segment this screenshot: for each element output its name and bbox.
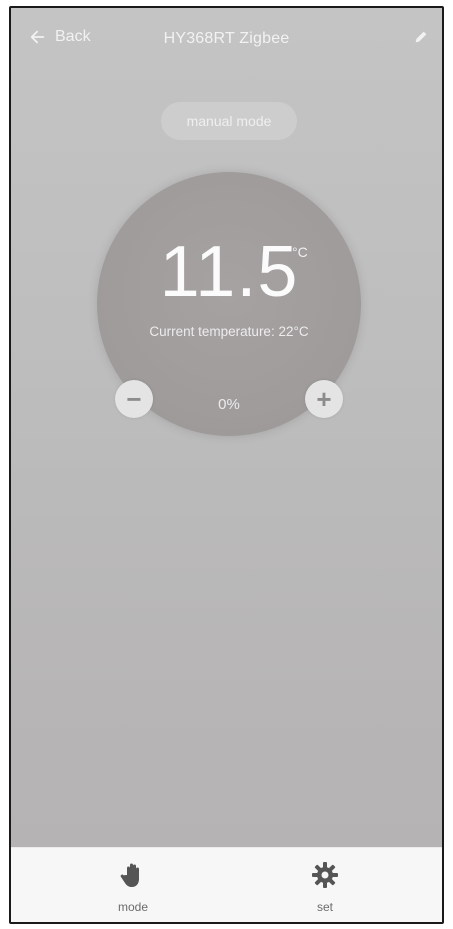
current-temperature: Current temperature: 22°C — [149, 324, 309, 339]
increase-temperature-button[interactable]: + — [305, 380, 343, 418]
tab-set[interactable]: set — [285, 860, 365, 914]
decrease-temperature-button[interactable]: − — [115, 380, 153, 418]
tab-mode[interactable]: mode — [93, 860, 173, 914]
mode-badge[interactable]: manual mode — [161, 102, 297, 140]
gear-icon — [312, 862, 338, 888]
tab-mode-label: mode — [117, 900, 149, 914]
page-title: HY368RT Zigbee — [163, 30, 290, 47]
bottom-tab-bar: mode set — [11, 847, 442, 922]
tab-set-label: set — [316, 900, 333, 914]
set-temperature: 11.5 — [159, 232, 299, 312]
app-header: Back HY368RT Zigbee — [11, 8, 442, 70]
phone-screen: Back HY368RT Zigbee manual mode 11.5 °C … — [9, 6, 444, 924]
temperature-unit: °C — [292, 244, 308, 260]
hand-icon — [120, 863, 139, 887]
pencil-icon[interactable] — [412, 28, 430, 46]
